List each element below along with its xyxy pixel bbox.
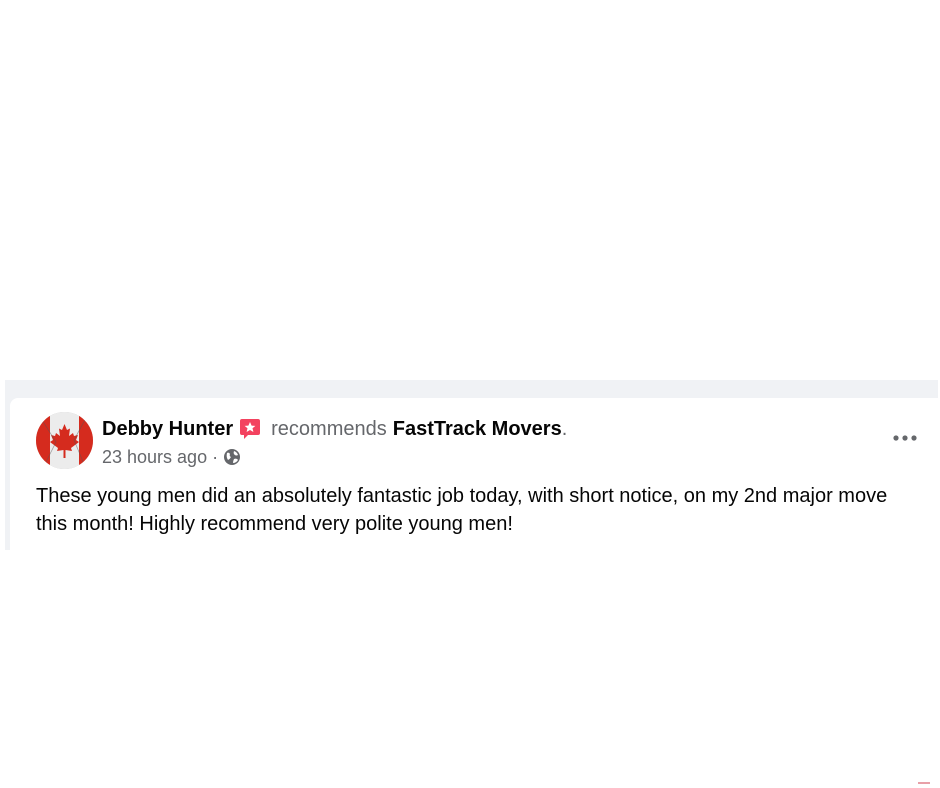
feed-background: Debby Hunter recommends FastTrack Movers… xyxy=(5,380,938,550)
corner-mark xyxy=(918,782,930,784)
globe-icon[interactable] xyxy=(223,448,241,466)
page: Debby Hunter recommends FastTrack Movers… xyxy=(0,0,940,788)
meta-separator: · xyxy=(212,446,219,467)
author-name-link[interactable]: Debby Hunter xyxy=(102,416,233,442)
recommendation-post-card: Debby Hunter recommends FastTrack Movers… xyxy=(10,398,938,550)
post-meta: 23 hours ago · xyxy=(102,446,241,468)
more-options-button[interactable] xyxy=(888,426,922,450)
header-period: . xyxy=(561,418,568,440)
post-header: Debby Hunter recommends FastTrack Movers… xyxy=(102,416,567,442)
business-name-link[interactable]: FastTrack Movers xyxy=(393,416,562,442)
post-body-text: These young men did an absolutely fantas… xyxy=(36,485,888,535)
more-options-icon xyxy=(893,435,917,441)
author-avatar[interactable] xyxy=(36,412,93,469)
post-timestamp[interactable]: 23 hours ago xyxy=(102,447,207,468)
action-text: recommends xyxy=(271,418,387,440)
canada-flag-avatar-icon xyxy=(36,412,93,469)
recommendation-star-badge-icon xyxy=(239,418,261,440)
